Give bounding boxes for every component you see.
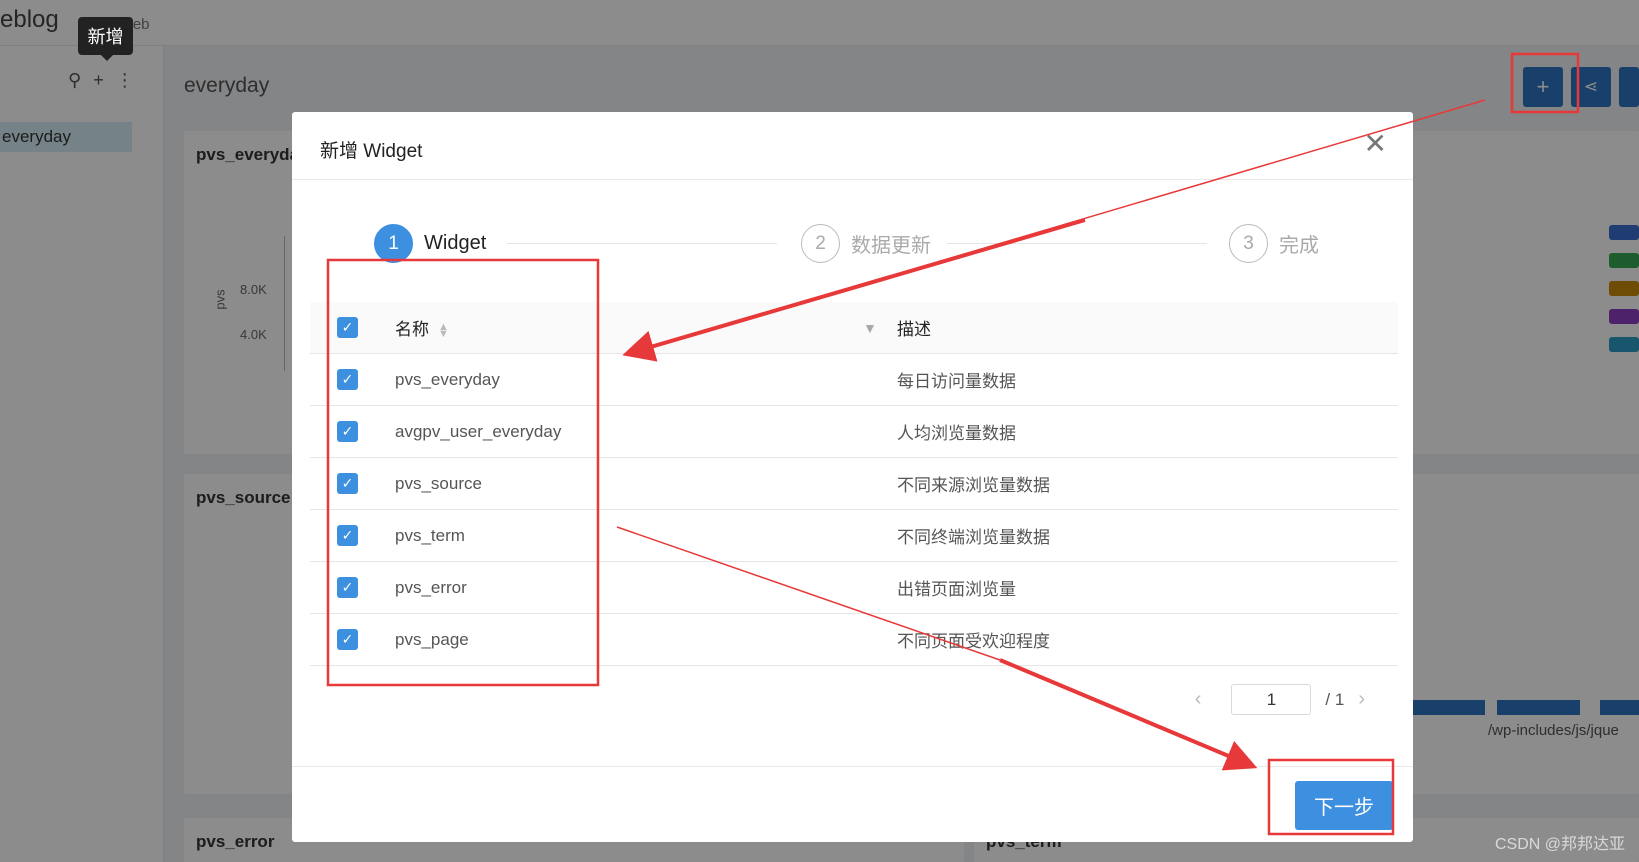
step-3: 3 完成 [1229, 224, 1319, 263]
row-checkbox[interactable]: ✓ [337, 421, 358, 442]
step-number: 3 [1229, 224, 1268, 263]
close-icon[interactable]: ✕ [1364, 130, 1387, 158]
row-name: avgpv_user_everyday [395, 421, 562, 441]
step-connector [947, 243, 1207, 244]
row-checkbox[interactable]: ✓ [337, 473, 358, 494]
select-all-checkbox[interactable]: ✓ [337, 317, 358, 338]
next-page-icon[interactable]: › [1358, 688, 1365, 711]
filter-icon[interactable]: ▼ [863, 320, 877, 336]
page-total: / 1 [1325, 689, 1345, 709]
column-header-label: 名称 [395, 320, 429, 339]
prev-page-icon[interactable]: ‹ [1195, 688, 1202, 711]
row-name: pvs_page [395, 629, 469, 649]
row-name: pvs_everyday [395, 369, 500, 389]
step-label: Widget [424, 232, 487, 254]
add-widget-modal: 新增 Widget ✕ 1 Widget 2 数据更新 3 完成 ✓ 名称 ▲ ▼ … [292, 112, 1413, 842]
step-label: 完成 [1279, 235, 1319, 257]
modal-footer: 下一步 [292, 766, 1413, 842]
add-tooltip: 新增 [78, 17, 133, 61]
row-name: pvs_source [395, 473, 482, 493]
page-input[interactable]: 1 [1231, 684, 1312, 715]
row-checkbox[interactable]: ✓ [337, 369, 358, 390]
row-desc: 出错页面浏览量 [897, 580, 1016, 599]
row-desc: 不同来源浏览量数据 [897, 476, 1050, 495]
table-header: ✓ 名称 ▲ ▼ ▼ 描述 [310, 302, 1398, 354]
row-desc: 每日访问量数据 [897, 372, 1016, 391]
widget-table: ✓ 名称 ▲ ▼ ▼ 描述 ✓ pvs_everyday 每日访问量数据 ✓ avg… [310, 302, 1398, 666]
step-label: 数据更新 [851, 235, 931, 257]
row-checkbox[interactable]: ✓ [337, 577, 358, 598]
row-desc: 人均浏览量数据 [897, 424, 1016, 443]
row-name: pvs_term [395, 525, 465, 545]
modal-title: 新增 Widget [320, 141, 423, 162]
row-checkbox[interactable]: ✓ [337, 629, 358, 650]
column-header-name[interactable]: 名称 ▲ ▼ [395, 315, 449, 340]
table-row[interactable]: ✓ pvs_source 不同来源浏览量数据 [310, 458, 1398, 510]
modal-header: 新增 Widget ✕ [292, 112, 1413, 180]
table-row[interactable]: ✓ pvs_everyday 每日访问量数据 [310, 354, 1398, 406]
step-2: 2 数据更新 [801, 224, 931, 263]
row-name: pvs_error [395, 577, 467, 597]
watermark: CSDN @邦邦达亚 [1494, 836, 1625, 853]
table-row[interactable]: ✓ pvs_page 不同页面受欢迎程度 [310, 614, 1398, 666]
next-step-button[interactable]: 下一步 [1295, 781, 1393, 830]
table-row[interactable]: ✓ pvs_error 出错页面浏览量 [310, 562, 1398, 614]
pagination: ‹ 1 / 1 › [1195, 684, 1365, 715]
table-row[interactable]: ✓ pvs_term 不同终端浏览量数据 [310, 510, 1398, 562]
step-number: 2 [801, 224, 840, 263]
column-header-desc: 描述 [897, 320, 931, 339]
row-checkbox[interactable]: ✓ [337, 525, 358, 546]
step-1: 1 Widget [374, 224, 486, 263]
step-connector [507, 243, 777, 244]
sort-icon[interactable]: ▲ ▼ [438, 321, 449, 339]
table-row[interactable]: ✓ avgpv_user_everyday 人均浏览量数据 [310, 406, 1398, 458]
steps: 1 Widget 2 数据更新 3 完成 [374, 224, 1334, 264]
step-number: 1 [374, 224, 413, 263]
row-desc: 不同页面受欢迎程度 [897, 632, 1050, 651]
row-desc: 不同终端浏览量数据 [897, 528, 1050, 547]
